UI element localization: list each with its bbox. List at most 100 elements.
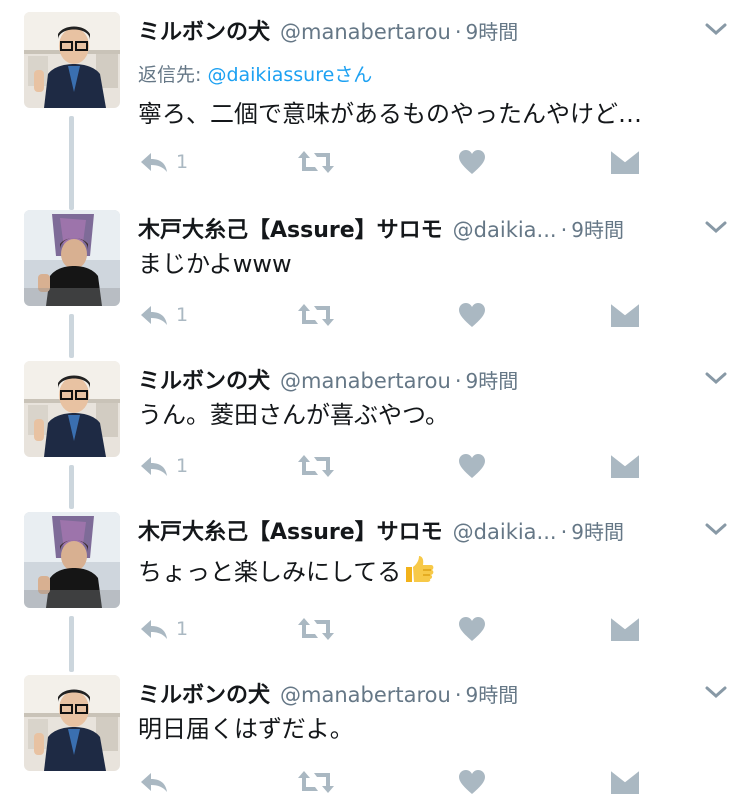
reply-mention-link[interactable]: @daikiassure <box>207 64 334 86</box>
retweet-button[interactable] <box>296 449 336 483</box>
tweet-header: 木戸大糸己【Assure】サロモ @daikia... · 9時間 <box>138 212 680 242</box>
reply-count: 1 <box>176 618 189 640</box>
timestamp[interactable]: 9時間 <box>466 365 519 393</box>
chevron-down-icon[interactable] <box>704 683 728 701</box>
reply-button[interactable]: 1 <box>138 449 188 483</box>
reply-icon <box>138 150 170 174</box>
timestamp[interactable]: 9時間 <box>571 214 624 242</box>
retweet-button[interactable] <box>296 612 336 646</box>
reply-count: 1 <box>176 455 189 477</box>
conversation-timeline: ミルボンの犬 @manabertarou · 9時間 返信先: @daikias… <box>0 0 750 797</box>
display-name[interactable]: 木戸大糸己【Assure】サロモ <box>138 514 443 544</box>
tweet-actions: 1 <box>138 145 658 179</box>
tweet[interactable]: 木戸大糸己【Assure】サロモ @daikia... · 9時間 まじかよww… <box>0 210 750 358</box>
direct-message-button[interactable] <box>610 612 640 646</box>
avatar[interactable] <box>24 12 120 108</box>
like-icon <box>458 302 486 328</box>
like-icon <box>458 769 486 795</box>
reply-icon <box>138 303 170 327</box>
display-name[interactable]: ミルボンの犬 <box>138 14 270 44</box>
avatar[interactable] <box>24 361 120 457</box>
retweet-icon <box>296 616 336 642</box>
direct-message-icon <box>610 769 640 795</box>
chevron-down-icon[interactable] <box>704 520 728 538</box>
like-button[interactable] <box>458 298 486 332</box>
tweet[interactable]: ミルボンの犬 @manabertarou · 9時間 返信先: @daikias… <box>0 12 750 210</box>
like-icon <box>458 149 486 175</box>
display-name[interactable]: ミルボンの犬 <box>138 363 270 393</box>
tweet-actions: 1 <box>138 612 658 646</box>
user-handle[interactable]: @daikia... <box>453 218 557 242</box>
direct-message-icon <box>610 149 640 175</box>
like-button[interactable] <box>458 145 486 179</box>
retweet-button[interactable] <box>296 298 336 332</box>
separator-dot: · <box>454 20 462 44</box>
direct-message-button[interactable] <box>610 449 640 483</box>
display-name[interactable]: ミルボンの犬 <box>138 677 270 707</box>
tweet[interactable]: ミルボンの犬 @manabertarou · 9時間 明日届くはずだよ。 <box>0 675 750 797</box>
reply-icon <box>138 770 170 794</box>
avatar[interactable] <box>24 512 120 608</box>
like-button[interactable] <box>458 449 486 483</box>
man-glasses-avatar-image <box>24 361 120 457</box>
user-handle[interactable]: @daikia... <box>453 520 557 544</box>
user-handle[interactable]: @manabertarou <box>280 20 451 44</box>
direct-message-button[interactable] <box>610 765 640 799</box>
user-handle[interactable]: @manabertarou <box>280 369 451 393</box>
reply-button[interactable]: 1 <box>138 298 188 332</box>
tweet-header: ミルボンの犬 @manabertarou · 9時間 <box>138 677 680 707</box>
tweet[interactable]: 木戸大糸己【Assure】サロモ @daikia... · 9時間 ちょっと楽し… <box>0 512 750 672</box>
tweet-text: まじかよwww <box>138 250 292 278</box>
retweet-icon <box>296 302 336 328</box>
tweet-header: ミルボンの犬 @manabertarou · 9時間 <box>138 363 680 393</box>
reply-prefix: 返信先: <box>138 64 208 86</box>
chevron-down-icon[interactable] <box>704 218 728 236</box>
reply-context: 返信先: @daikiassureさん <box>138 60 372 87</box>
chevron-down-icon[interactable] <box>704 20 728 38</box>
like-button[interactable] <box>458 612 486 646</box>
display-name[interactable]: 木戸大糸己【Assure】サロモ <box>138 212 443 242</box>
chevron-down-icon[interactable] <box>704 369 728 387</box>
thread-line <box>69 616 74 672</box>
tweet-actions <box>138 765 658 799</box>
direct-message-button[interactable] <box>610 145 640 179</box>
tweet-text: ちょっと楽しみにしてる <box>138 558 402 586</box>
retweet-icon <box>296 149 336 175</box>
like-button[interactable] <box>458 765 486 799</box>
tweet-header: ミルボンの犬 @manabertarou · 9時間 <box>138 14 680 44</box>
thumbs-up-emoji <box>406 556 434 582</box>
tweet-actions: 1 <box>138 298 658 332</box>
tweet-header: 木戸大糸己【Assure】サロモ @daikia... · 9時間 <box>138 514 680 544</box>
user-handle[interactable]: @manabertarou <box>280 683 451 707</box>
retweet-button[interactable] <box>296 145 336 179</box>
direct-message-button[interactable] <box>610 298 640 332</box>
thread-line <box>69 465 74 509</box>
separator-dot: · <box>454 369 462 393</box>
thread-line <box>69 314 74 358</box>
timestamp[interactable]: 9時間 <box>571 516 624 544</box>
timestamp[interactable]: 9時間 <box>466 679 519 707</box>
tweet-actions: 1 <box>138 449 658 483</box>
direct-message-icon <box>610 453 640 479</box>
timestamp[interactable]: 9時間 <box>466 16 519 44</box>
man-glasses-avatar-image <box>24 12 120 108</box>
tweet-text: 寧ろ、二個で意味があるものやったんやけど… <box>138 100 642 128</box>
thread-line <box>69 116 74 210</box>
like-icon <box>458 453 486 479</box>
retweet-button[interactable] <box>296 765 336 799</box>
reply-icon <box>138 454 170 478</box>
salon-avatar-image <box>24 512 120 608</box>
avatar[interactable] <box>24 210 120 306</box>
retweet-icon <box>296 453 336 479</box>
tweet[interactable]: ミルボンの犬 @manabertarou · 9時間 うん。菱田さんが喜ぶやつ。… <box>0 361 750 509</box>
reply-button[interactable]: 1 <box>138 145 188 179</box>
separator-dot: · <box>560 218 568 242</box>
tweet-text: 明日届くはずだよ。 <box>138 715 354 743</box>
avatar[interactable] <box>24 675 120 771</box>
reply-button[interactable]: 1 <box>138 612 188 646</box>
direct-message-icon <box>610 616 640 642</box>
reply-suffix: さん <box>334 64 373 86</box>
man-glasses-avatar-image <box>24 675 120 771</box>
reply-count: 1 <box>176 151 189 173</box>
reply-button[interactable] <box>138 765 176 799</box>
